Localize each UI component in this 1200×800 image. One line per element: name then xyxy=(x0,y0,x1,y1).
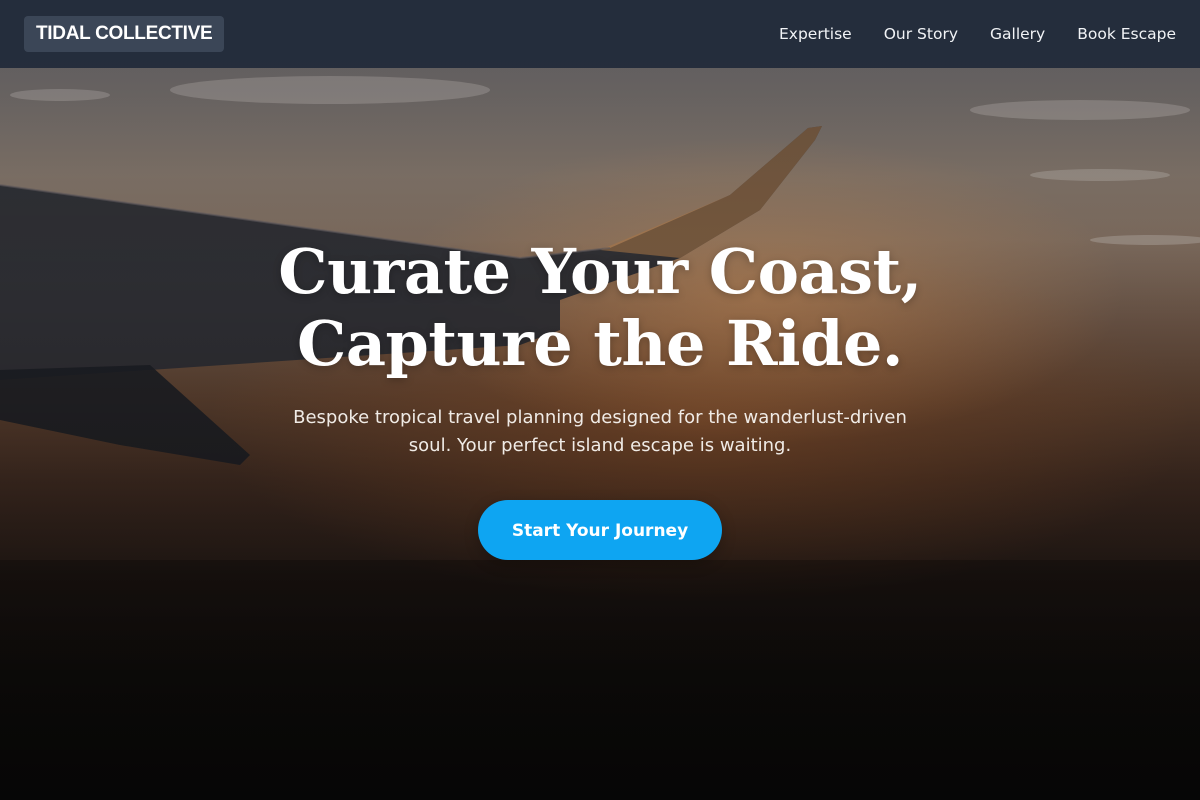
start-journey-button[interactable]: Start Your Journey xyxy=(478,500,722,560)
hero-title-line-1: Curate Your Coast, xyxy=(278,235,922,308)
nav-link-expertise[interactable]: Expertise xyxy=(779,25,852,43)
landing-page: TIDAL COLLECTIVE Expertise Our Story Gal… xyxy=(0,0,1200,800)
nav-link-our-story[interactable]: Our Story xyxy=(884,25,958,43)
nav-link-gallery[interactable]: Gallery xyxy=(990,25,1045,43)
nav-link-book-escape[interactable]: Book Escape xyxy=(1077,25,1176,43)
hero-section: Curate Your Coast, Capture the Ride. Bes… xyxy=(0,236,1200,560)
hero-title: Curate Your Coast, Capture the Ride. xyxy=(0,236,1200,380)
hero-title-line-2: Capture the Ride. xyxy=(297,307,904,380)
hero-subtitle: Bespoke tropical travel planning designe… xyxy=(293,407,907,456)
brand-logo[interactable]: TIDAL COLLECTIVE xyxy=(24,16,225,52)
nav-links: Expertise Our Story Gallery Book Escape xyxy=(779,0,1176,68)
top-navbar: TIDAL COLLECTIVE Expertise Our Story Gal… xyxy=(0,0,1200,68)
